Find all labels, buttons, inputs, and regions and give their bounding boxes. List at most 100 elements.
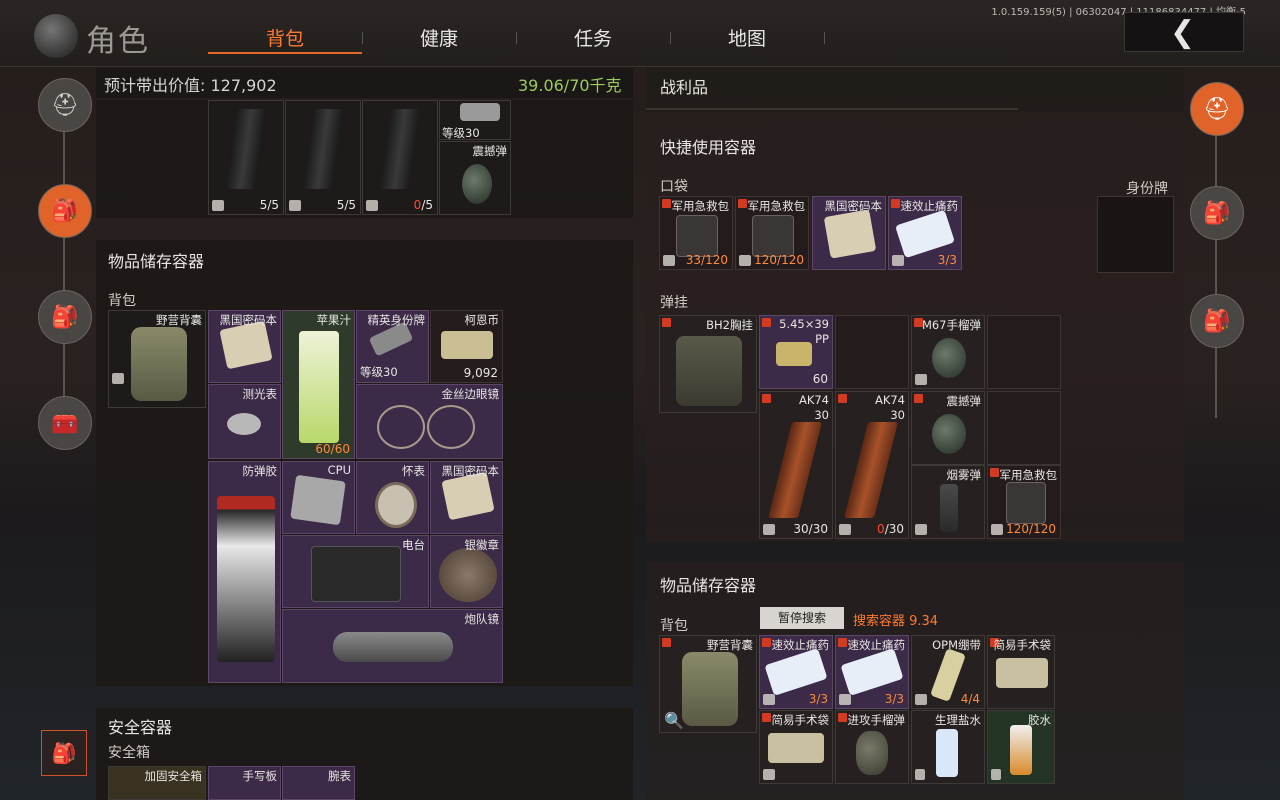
dogtag-slot[interactable]: 等级30 xyxy=(439,100,511,140)
gear-equipment-icon[interactable]: ⛑ xyxy=(38,78,92,132)
dogtag-icon xyxy=(460,103,500,121)
bag-item-slot[interactable]: 简易手术袋 xyxy=(987,635,1055,709)
item-name: 等级30 xyxy=(442,126,480,140)
stun-grenade-slot[interactable]: 震撼弹 xyxy=(439,141,511,215)
item-name: 速效止痛药 xyxy=(771,638,830,652)
pause-search-button[interactable]: 暂停搜索 xyxy=(760,607,844,629)
item-slot[interactable]: 怀表 xyxy=(356,461,429,534)
saline-icon xyxy=(936,729,958,777)
tab-health[interactable]: 健康 xyxy=(364,24,514,51)
safe-label: 安全箱 xyxy=(108,745,150,761)
rig-item-slot[interactable]: 军用急救包 120/120 xyxy=(987,465,1061,539)
magazine-slot[interactable]: 0/5 xyxy=(362,100,438,215)
backpack-slot[interactable]: 野营背囊 xyxy=(108,310,206,408)
rig-item-slot[interactable]: 5.45×39 PP 60 xyxy=(759,315,833,389)
item-slot[interactable]: 防弹胶 xyxy=(208,461,281,683)
item-name: 手写板 xyxy=(242,769,278,783)
item-name: 速效止痛药 xyxy=(847,638,906,652)
magazine-icon xyxy=(302,109,344,189)
id-tag-slot[interactable] xyxy=(1097,196,1174,273)
move-icon xyxy=(991,769,1001,780)
item-slot[interactable]: 柯恩币 9,092 xyxy=(430,310,503,383)
bag-icon[interactable]: 🎒 xyxy=(1190,294,1244,348)
pills-icon xyxy=(764,648,828,696)
backpack-reset-icon[interactable]: 🎒 xyxy=(41,730,87,776)
rig-item-slot[interactable]: AK74 30 0/30 xyxy=(835,391,909,539)
glasses-icon xyxy=(427,405,475,449)
safe-slot[interactable]: 手写板 xyxy=(208,766,281,800)
backpack-icon[interactable]: 🎒 xyxy=(1190,186,1244,240)
box-icon xyxy=(915,374,927,385)
found-marker-icon xyxy=(762,638,771,647)
bag-icon[interactable]: 🎒 xyxy=(38,290,92,344)
side-nav-line xyxy=(63,108,65,418)
back-button[interactable]: ❮ xyxy=(1124,12,1244,52)
box-icon xyxy=(763,769,775,780)
item-slot[interactable]: 苹果汁 60/60 xyxy=(282,310,355,459)
item-slot[interactable]: 测光表 xyxy=(208,384,281,459)
item-name: 加固安全箱 xyxy=(144,769,203,783)
tab-tasks[interactable]: 任务 xyxy=(518,24,668,51)
item-slot[interactable]: 银徽章 xyxy=(430,535,503,608)
box-icon xyxy=(289,200,301,211)
rig-empty-slot[interactable] xyxy=(987,391,1061,465)
light-meter-icon xyxy=(227,413,261,435)
bag-item-slot[interactable]: 生理盐水 xyxy=(911,710,985,784)
item-name: OPM绷带 xyxy=(932,638,981,652)
rig-item-slot[interactable]: 烟雾弹 xyxy=(911,465,985,539)
pocket-slot[interactable]: 速效止痛药 3/3 xyxy=(888,196,962,270)
item-name: 金丝边眼镜 xyxy=(441,387,500,401)
item-name: 黑国密码本 xyxy=(441,464,500,478)
backpack-icon[interactable]: 🎒 xyxy=(38,184,92,238)
item-name: 怀表 xyxy=(402,464,425,478)
bag-item-slot[interactable]: 进攻手榴弹 xyxy=(835,710,909,784)
safe-slot[interactable]: 腕表 xyxy=(282,766,355,800)
item-name: 炮队镜 xyxy=(464,612,500,626)
pocket-slot[interactable]: 黑国密码本 xyxy=(812,196,886,270)
magazine-slot[interactable]: 5/5 xyxy=(285,100,361,215)
item-name: 进攻手榴弹 xyxy=(847,713,906,727)
bag-item-slot[interactable]: 速效止痛药 3/3 xyxy=(759,635,833,709)
item-slot[interactable]: 电台 xyxy=(282,535,429,608)
item-slot[interactable]: 炮队镜 xyxy=(282,609,503,683)
tab-map[interactable]: 地图 xyxy=(672,24,822,51)
bag-item-slot[interactable]: 简易手术袋 xyxy=(759,710,833,784)
loot-header xyxy=(646,68,1184,112)
item-slot[interactable]: 黑国密码本 xyxy=(208,310,281,383)
rig-empty-slot[interactable] xyxy=(987,315,1061,389)
pocket-slot[interactable]: 军用急救包 33/120 xyxy=(659,196,733,270)
medkit-icon xyxy=(752,215,794,257)
surgery-kit-icon xyxy=(996,658,1048,688)
item-name: 防弹胶 xyxy=(242,464,278,478)
item-slot[interactable]: 黑国密码本 xyxy=(430,461,503,534)
item-slot[interactable]: 精英身份牌 等级30 xyxy=(356,310,429,383)
safe-slot[interactable]: 加固安全箱 xyxy=(108,766,206,800)
loot-backpack-slot[interactable]: 野营背囊 🔍 xyxy=(659,635,757,733)
loot-storage-title: 物品储存容器 xyxy=(660,576,757,595)
bag-item-slot[interactable]: 胶水 xyxy=(987,710,1055,784)
found-marker-icon xyxy=(662,638,671,647)
rig-item-slot[interactable]: M67手榴弹 xyxy=(911,315,985,389)
box-icon xyxy=(763,524,775,535)
item-count: 60 xyxy=(812,372,828,386)
cash-icon xyxy=(441,331,493,359)
item-slot[interactable]: 金丝边眼镜 xyxy=(356,384,503,459)
bag-item-slot[interactable]: 速效止痛药 3/3 xyxy=(835,635,909,709)
gear-equipment-icon[interactable]: ⛑ xyxy=(1190,82,1244,136)
box-icon xyxy=(915,694,927,705)
rig-slot[interactable]: BH2胸挂 xyxy=(659,315,757,413)
pocket-slot[interactable]: 军用急救包 120/120 xyxy=(735,196,809,270)
rig-item-slot[interactable]: AK74 30 30/30 xyxy=(759,391,833,539)
case-icon[interactable]: 🧰 xyxy=(38,396,92,450)
magazine-slot[interactable]: 5/5 xyxy=(208,100,284,215)
globe-icon xyxy=(34,14,78,58)
radio-icon xyxy=(311,546,401,602)
bag-item-slot[interactable]: OPM绷带 4/4 xyxy=(911,635,985,709)
rig-empty-slot[interactable] xyxy=(835,315,909,389)
item-name: 野营背囊 xyxy=(156,313,202,327)
tab-separator xyxy=(516,32,517,44)
item-slot[interactable]: CPU xyxy=(282,461,355,534)
item-name: 军用急救包 xyxy=(999,468,1058,482)
tab-backpack[interactable]: 背包 xyxy=(210,24,360,51)
rig-item-slot[interactable]: 震撼弹 xyxy=(911,391,985,465)
